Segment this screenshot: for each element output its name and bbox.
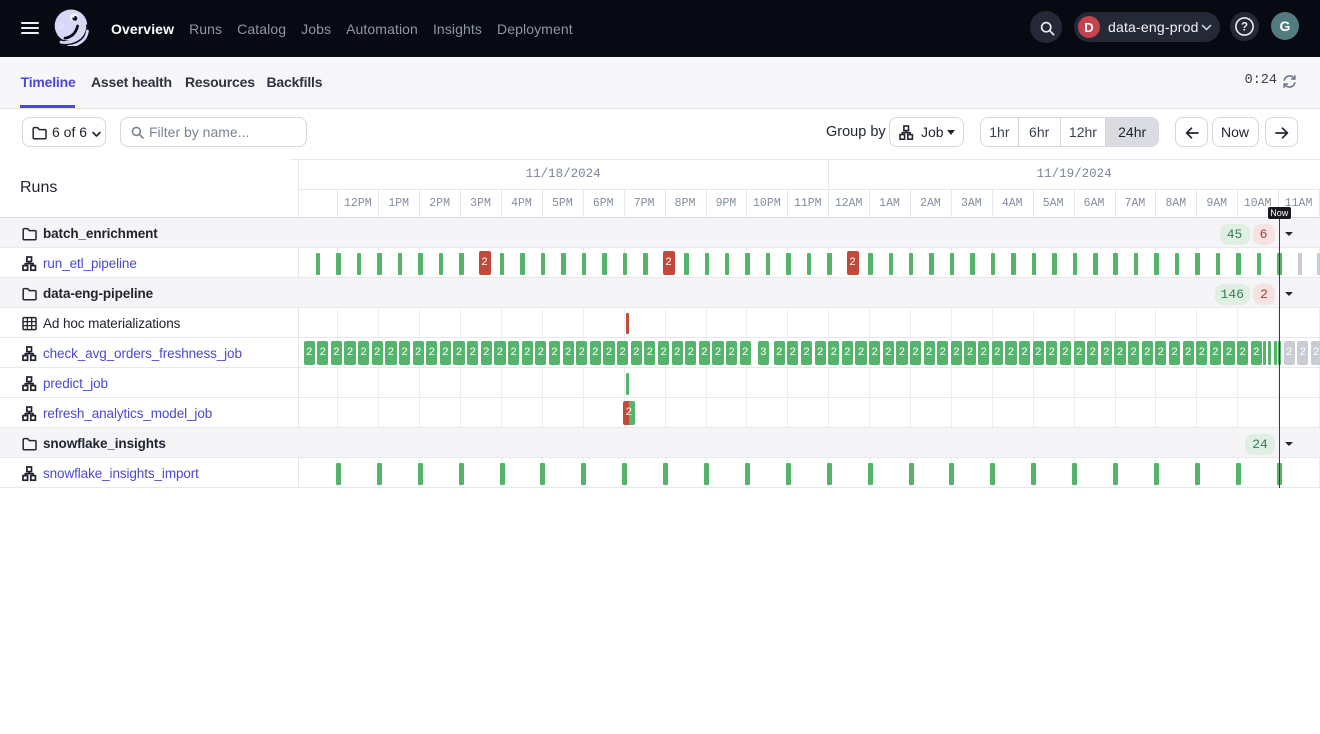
svg-text:?: ? bbox=[1241, 22, 1248, 34]
